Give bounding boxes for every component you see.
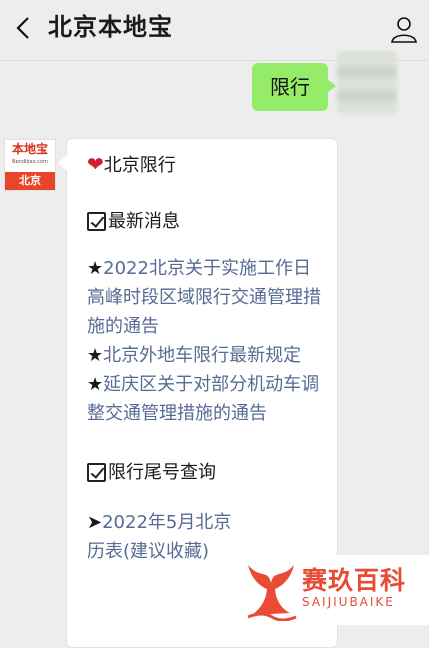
news-link[interactable]: ★北京外地车限行最新规定 xyxy=(87,341,327,370)
heart-icon: ❤ xyxy=(87,152,104,176)
section-latest-news: 最新消息 xyxy=(87,207,327,233)
partial-news-text2[interactable]: 历表(建议收藏) xyxy=(87,541,209,562)
section2-title: 限行尾号查询 xyxy=(108,462,216,483)
message-heading: ❤北京限行 xyxy=(87,151,327,177)
section-tail-number-query: 限行尾号查询 xyxy=(87,458,327,484)
page-title: 北京本地宝 xyxy=(48,13,173,41)
my-avatar[interactable] xyxy=(337,52,397,114)
outgoing-message-bubble[interactable]: 限行 xyxy=(252,63,336,111)
avatar-logo: 本地宝 Bendibao.com xyxy=(5,140,55,172)
star-icon: ★ xyxy=(87,374,104,395)
watermark: 赛玖百科 SAIJIUBAIKE xyxy=(238,555,429,625)
news-text[interactable]: 延庆区关于对部分机动车调整交通管理措施的通告 xyxy=(87,374,319,424)
back-arrow-icon[interactable] xyxy=(12,12,36,44)
watermark-brand: 赛玖百科 xyxy=(302,566,407,595)
partial-news-text[interactable]: 2022年5月北京 xyxy=(102,512,231,533)
watermark-sub: SAIJIUBAIKE xyxy=(302,595,395,609)
partial-news-link[interactable]: ➤2022年5月北京 xyxy=(87,508,327,537)
news-list: ★2022北京关于实施工作日高峰时段区域限行交通管理措施的通告 ★北京外地车限行… xyxy=(87,254,327,428)
account-avatar[interactable]: 本地宝 Bendibao.com 北京 xyxy=(4,139,56,191)
checkbox-icon xyxy=(87,212,106,231)
heading-text: 北京限行 xyxy=(103,155,176,176)
arrow-icon: ➤ xyxy=(87,512,103,533)
avatar-logo-text: 本地宝 xyxy=(11,142,48,156)
user-profile-icon[interactable] xyxy=(389,14,419,44)
avatar-city-label: 北京 xyxy=(5,172,55,190)
checkbox-icon xyxy=(87,463,106,482)
news-text[interactable]: 2022北京关于实施工作日高峰时段区域限行交通管理措施的通告 xyxy=(87,258,321,337)
news-link[interactable]: ★延庆区关于对部分机动车调整交通管理措施的通告 xyxy=(87,370,327,428)
star-icon: ★ xyxy=(87,258,104,279)
section1-title: 最新消息 xyxy=(108,211,180,232)
whale-tail-logo-icon xyxy=(247,565,297,621)
news-text[interactable]: 北京外地车限行最新规定 xyxy=(103,345,301,366)
news-link[interactable]: ★2022北京关于实施工作日高峰时段区域限行交通管理措施的通告 xyxy=(87,254,327,341)
star-icon: ★ xyxy=(87,345,104,366)
avatar-logo-sub: Bendibao.com xyxy=(12,159,48,165)
